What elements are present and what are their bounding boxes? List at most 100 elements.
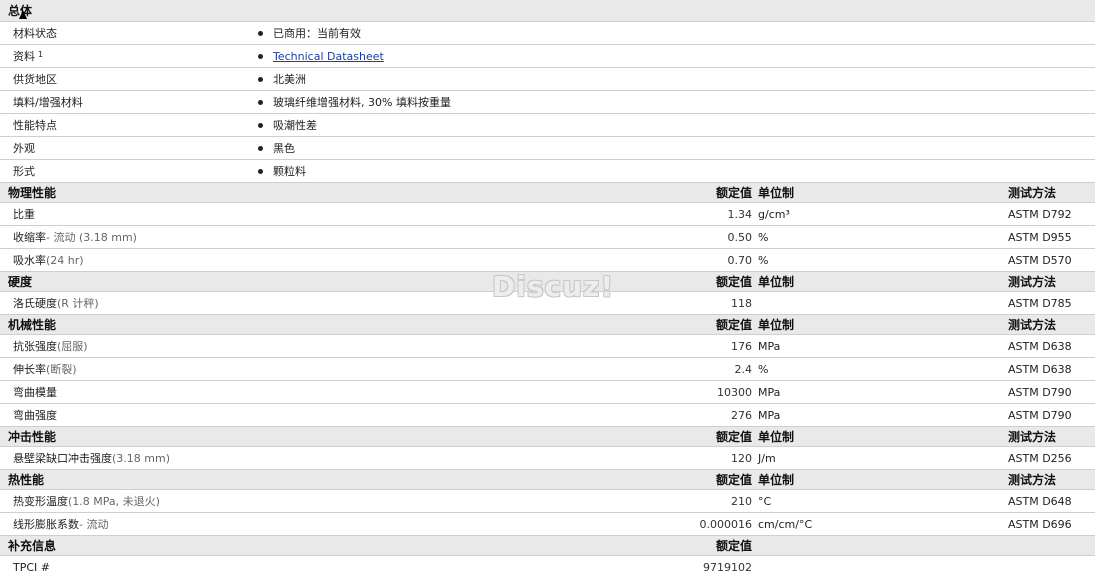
row-unit: % bbox=[758, 230, 769, 244]
column-header-value: 额定值 bbox=[715, 473, 752, 487]
column-header-value: 额定值 bbox=[715, 275, 752, 289]
table-row: 线形膨胀系数 - 流动 0.000016 cm/cm/°C ASTM D696 bbox=[0, 513, 1095, 536]
table-row: 抗张强度 (屈服) 176 MPa ASTM D638 bbox=[0, 335, 1095, 358]
row-label: 性能特点 bbox=[13, 119, 57, 132]
row-unit: °C bbox=[758, 494, 772, 508]
row-value: 0.70 bbox=[727, 253, 753, 267]
row-label: 形式 bbox=[13, 165, 35, 178]
row-value: 黑色 bbox=[258, 137, 295, 159]
row-label: 线形膨胀系数 - 流动 bbox=[13, 518, 109, 531]
row-label: 收缩率 - 流动 (3.18 mm) bbox=[13, 231, 137, 244]
footnote-marker: 1 bbox=[38, 49, 44, 59]
row-value: 118 bbox=[731, 296, 752, 310]
row-label: 填料/增强材料 bbox=[13, 96, 83, 109]
row-unit: % bbox=[758, 362, 769, 376]
row-label: 悬壁梁缺口冲击强度 (3.18 mm) bbox=[13, 451, 171, 466]
section-header-general: 总体 bbox=[0, 0, 1095, 22]
bullet-icon bbox=[258, 53, 263, 59]
row-value: 1.34 bbox=[727, 207, 753, 221]
row-unit: g/cm³ bbox=[758, 207, 790, 221]
row-value: 210 bbox=[731, 494, 752, 508]
row-label: 洛氏硬度 (R 计秤) bbox=[13, 297, 99, 310]
section-title: 冲击性能 bbox=[8, 430, 57, 444]
row-method: ASTM D696 bbox=[1008, 517, 1072, 531]
table-row: 外观 黑色 bbox=[0, 137, 1095, 160]
row-value: 0.50 bbox=[727, 230, 753, 244]
row-label: 供货地区 bbox=[13, 73, 57, 86]
bullet-icon bbox=[258, 99, 263, 105]
row-method: ASTM D785 bbox=[1008, 296, 1072, 310]
column-header-value: 额定值 bbox=[715, 318, 752, 332]
row-label: 弯曲模量 bbox=[13, 386, 57, 399]
row-value: 吸潮性差 bbox=[258, 114, 317, 136]
row-method: ASTM D790 bbox=[1008, 385, 1072, 399]
column-header-unit: 单位制 bbox=[758, 430, 795, 444]
section-title: 补充信息 bbox=[8, 539, 57, 553]
column-header-unit: 单位制 bbox=[758, 473, 795, 487]
table-row: 性能特点 吸潮性差 bbox=[0, 114, 1095, 137]
row-unit: MPa bbox=[758, 339, 781, 353]
row-label: 比重 bbox=[13, 208, 35, 221]
column-header-method: 测试方法 bbox=[1008, 430, 1057, 444]
table-row: 悬壁梁缺口冲击强度 (3.18 mm) 120 J/m ASTM D256 bbox=[0, 447, 1095, 470]
section-title: 物理性能 bbox=[8, 186, 57, 200]
technical-datasheet-link[interactable]: Technical Datasheet bbox=[273, 50, 384, 63]
row-label: 热变形温度 (1.8 MPa, 未退火) bbox=[13, 495, 160, 508]
row-value: 10300 bbox=[717, 385, 752, 399]
row-value: 2.4 bbox=[734, 362, 753, 376]
row-method: ASTM D790 bbox=[1008, 408, 1072, 422]
row-unit: J/m bbox=[758, 451, 776, 465]
table-row: 供货地区 北美洲 bbox=[0, 68, 1095, 91]
section-title: 热性能 bbox=[8, 473, 45, 487]
table-row: 比重 1.34 g/cm³ ASTM D792 bbox=[0, 203, 1095, 226]
section-header-physical: 物理性能 额定值 单位制 测试方法 bbox=[0, 183, 1095, 203]
row-label: 抗张强度 (屈服) bbox=[13, 340, 88, 353]
row-value: 玻璃纤维增强材料, 30% 填料按重量 bbox=[258, 91, 451, 113]
section-title: 机械性能 bbox=[8, 318, 57, 332]
column-header-method: 测试方法 bbox=[1008, 275, 1057, 289]
table-row: 伸长率 (断裂) 2.4 % ASTM D638 bbox=[0, 358, 1095, 381]
table-row: 填料/增强材料 玻璃纤维增强材料, 30% 填料按重量 bbox=[0, 91, 1095, 114]
section-header-hardness: 硬度 额定值 单位制 测试方法 bbox=[0, 272, 1095, 292]
row-value: 北美洲 bbox=[258, 68, 306, 90]
table-row: 吸水率 (24 hr) 0.70 % ASTM D570 bbox=[0, 249, 1095, 272]
table-row: 弯曲强度 276 MPa ASTM D790 bbox=[0, 404, 1095, 427]
row-method: ASTM D955 bbox=[1008, 230, 1072, 244]
bullet-icon bbox=[258, 30, 263, 36]
row-value: 276 bbox=[731, 408, 752, 422]
table-row: 热变形温度 (1.8 MPa, 未退火) 210 °C ASTM D648 bbox=[0, 490, 1095, 513]
table-row: 洛氏硬度 (R 计秤) 118 ASTM D785 bbox=[0, 292, 1095, 315]
row-method: ASTM D648 bbox=[1008, 494, 1072, 508]
row-value: 176 bbox=[731, 339, 752, 353]
section-header-mechanical: 机械性能 额定值 单位制 测试方法 bbox=[0, 315, 1095, 335]
row-method: ASTM D638 bbox=[1008, 362, 1072, 376]
row-label: 伸长率 (断裂) bbox=[13, 363, 77, 376]
row-label: 资料 1 bbox=[13, 49, 44, 64]
table-row: 材料状态 已商用：当前有效 bbox=[0, 22, 1095, 45]
row-label: 弯曲强度 bbox=[13, 409, 57, 422]
section-header-impact: 冲击性能 额定值 单位制 测试方法 bbox=[0, 427, 1095, 447]
row-value: Technical Datasheet bbox=[258, 45, 384, 67]
table-row: 收缩率 - 流动 (3.18 mm) 0.50 % ASTM D955 bbox=[0, 226, 1095, 249]
column-header-unit: 单位制 bbox=[758, 275, 795, 289]
section-header-supplemental: 补充信息 额定值 bbox=[0, 536, 1095, 556]
row-unit: MPa bbox=[758, 385, 781, 399]
datasheet-table: 总体 材料状态 已商用：当前有效 资料 1 Technical Datasheet… bbox=[0, 0, 1095, 579]
row-label: 材料状态 bbox=[13, 27, 57, 40]
column-header-method: 测试方法 bbox=[1008, 318, 1057, 332]
column-header-value: 额定值 bbox=[715, 539, 752, 553]
column-header-unit: 单位制 bbox=[758, 186, 795, 200]
column-header-value: 额定值 bbox=[715, 186, 752, 200]
row-method: ASTM D792 bbox=[1008, 207, 1072, 221]
column-header-unit: 单位制 bbox=[758, 318, 795, 332]
row-label: 吸水率 (24 hr) bbox=[13, 253, 84, 268]
row-value: 已商用：当前有效 bbox=[258, 22, 361, 44]
bullet-icon bbox=[258, 122, 263, 128]
table-row: 资料 1 Technical Datasheet bbox=[0, 45, 1095, 68]
bullet-icon bbox=[258, 145, 263, 151]
row-unit: % bbox=[758, 253, 769, 267]
row-unit: cm/cm/°C bbox=[758, 517, 813, 531]
bullet-icon bbox=[258, 168, 263, 174]
row-value: 0.000016 bbox=[699, 517, 753, 531]
row-method: ASTM D570 bbox=[1008, 253, 1072, 267]
